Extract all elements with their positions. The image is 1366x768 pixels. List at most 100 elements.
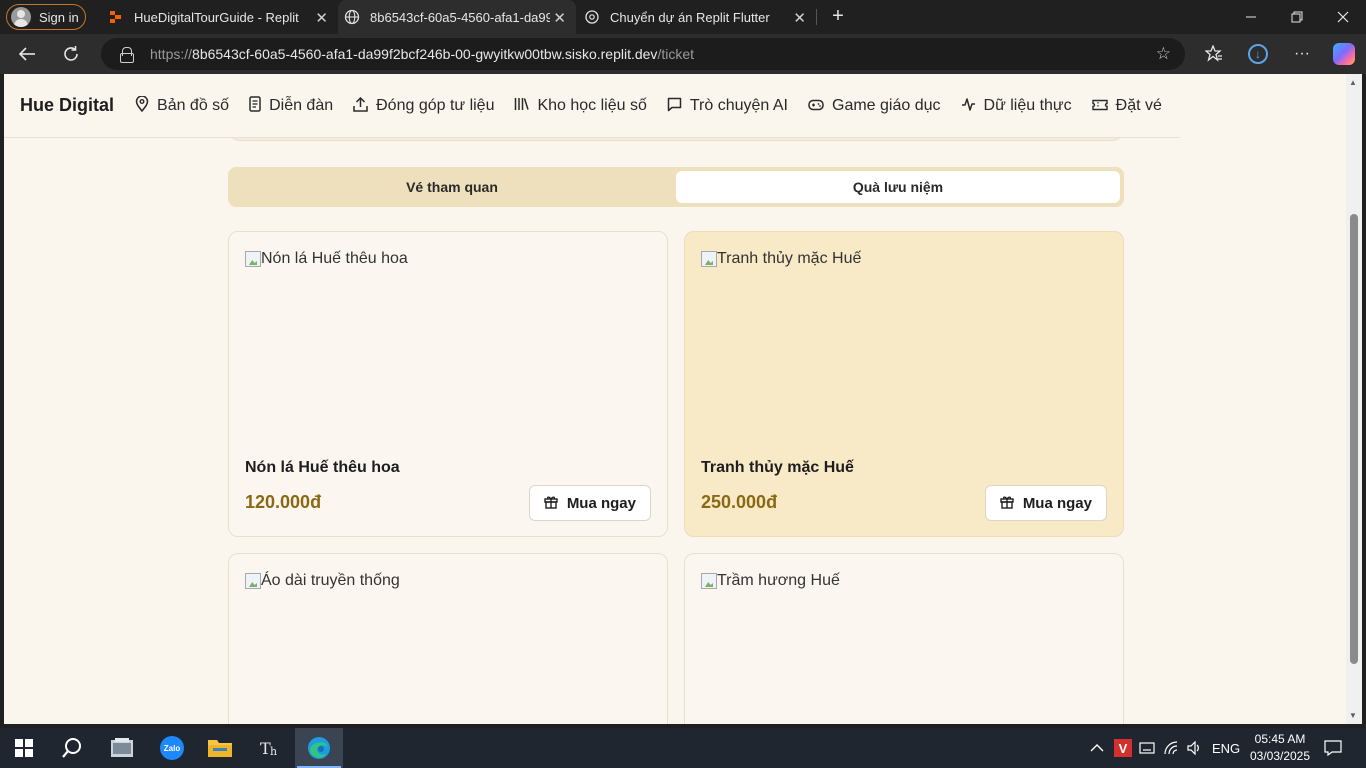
gift-icon [544, 495, 558, 512]
start-button[interactable] [0, 728, 48, 768]
nav-item-ai-chat[interactable]: Trò chuyện AI [667, 97, 788, 115]
favorite-star-icon[interactable]: ☆ [1156, 44, 1171, 64]
nav-item-label: Kho học liệu số [537, 96, 647, 114]
clock-time: 05:45 AM [1254, 732, 1306, 746]
close-tab-icon[interactable]: ✕ [315, 9, 328, 27]
edge-browser-icon[interactable] [295, 728, 343, 768]
nav-item-contribute[interactable]: Đóng góp tư liệu [353, 96, 494, 115]
buy-now-button[interactable]: Mua ngay [528, 485, 651, 521]
windows-taskbar: Zalo Th V ENG 05:45 AM 03/03/2025 [0, 728, 1366, 768]
image-alt-text: Trầm hương Huế [717, 572, 840, 589]
broken-image-icon [701, 251, 717, 267]
page-viewport: Hue Digital Bản đồ số Diễn đàn Đóng góp … [4, 74, 1346, 724]
nav-item-games[interactable]: Game giáo dục [808, 97, 941, 115]
gift-icon [1000, 495, 1014, 512]
search-icon[interactable] [48, 728, 96, 768]
scroll-down-icon[interactable]: ▼ [1349, 711, 1357, 720]
site-navigation: Hue Digital Bản đồ số Diễn đàn Đóng góp … [4, 74, 1180, 138]
sign-in-label: Sign in [39, 9, 79, 25]
globe-icon [344, 9, 360, 25]
close-window-icon[interactable] [1320, 0, 1366, 34]
minimize-icon[interactable] [1228, 0, 1274, 34]
close-tab-icon[interactable]: ✕ [553, 9, 566, 27]
buy-now-label: Mua ngay [1022, 494, 1092, 512]
product-image: Nón lá Huế thêu hoa [245, 250, 408, 268]
tab-chatgpt[interactable]: Chuyển dự án Replit Flutter ✕ [576, 0, 816, 34]
system-clock[interactable]: 05:45 AM 03/03/2025 [1240, 731, 1320, 765]
zalo-icon[interactable]: Zalo [148, 728, 196, 768]
replit-icon [108, 9, 124, 25]
notifications-icon[interactable] [1324, 728, 1342, 768]
input-language[interactable]: ENG [1212, 728, 1240, 768]
restore-icon[interactable] [1274, 0, 1320, 34]
folder-icon[interactable] [196, 728, 244, 768]
product-image: Trầm hương Huế [701, 572, 840, 590]
image-alt-text: Tranh thủy mặc Huế [717, 250, 862, 267]
nav-item-booking[interactable]: Đặt vé [1091, 97, 1162, 115]
sign-in-button[interactable]: Sign in [6, 4, 86, 30]
tab-souvenirs[interactable]: Quà lưu niệm [676, 171, 1120, 203]
keyboard-icon[interactable] [1139, 728, 1155, 768]
svg-text:h: h [270, 745, 277, 758]
back-icon[interactable] [12, 40, 42, 68]
broken-image-icon [701, 573, 717, 589]
show-hidden-icons[interactable] [1090, 728, 1104, 768]
image-alt-text: Nón lá Huế thêu hoa [261, 250, 408, 267]
product-card: Trầm hương Huế [684, 553, 1124, 724]
url-text[interactable]: https://8b6543cf-60a5-4560-afa1-da99f2bc… [150, 46, 694, 62]
tab-title: 8b6543cf-60a5-4560-afa1-da99f2b [370, 9, 550, 25]
nav-item-library[interactable]: Kho học liệu số [514, 96, 647, 115]
product-price: 250.000đ [701, 492, 778, 512]
broken-image-icon [245, 573, 261, 589]
product-card: Áo dài truyền thống [228, 553, 668, 724]
profile-avatar-icon [11, 7, 31, 27]
product-image: Áo dài truyền thống [245, 572, 400, 590]
ticket-icon [1091, 98, 1108, 114]
tab-tickets[interactable]: Vé tham quan [232, 171, 672, 203]
copilot-icon[interactable] [1329, 40, 1359, 68]
downloads-icon[interactable]: ↓ [1243, 40, 1273, 68]
text-app-icon[interactable]: Th [246, 728, 294, 768]
browser-toolbar: https://8b6543cf-60a5-4560-afa1-da99f2bc… [0, 34, 1366, 74]
window-edge [1362, 74, 1366, 724]
nav-item-label: Dữ liệu thực [983, 96, 1072, 114]
buy-now-button[interactable]: Mua ngay [984, 485, 1107, 521]
tab-replit[interactable]: HueDigitalTourGuide - Replit ✕ [96, 0, 338, 34]
network-icon[interactable] [1164, 728, 1180, 768]
image-alt-text: Áo dài truyền thống [261, 572, 400, 589]
nav-item-forum[interactable]: Diễn đàn [249, 96, 333, 115]
gamepad-icon [808, 98, 824, 114]
nav-item-label: Game giáo dục [832, 96, 941, 114]
tab-active-app[interactable]: 8b6543cf-60a5-4560-afa1-da99f2b ✕ [338, 0, 576, 34]
product-image: Tranh thủy mặc Huế [701, 250, 861, 268]
scroll-up-icon[interactable]: ▲ [1349, 78, 1357, 87]
broken-image-icon [245, 251, 261, 267]
file-explorer-app-icon[interactable] [98, 728, 146, 768]
nav-item-map[interactable]: Bản đồ số [135, 95, 229, 115]
more-options-icon[interactable]: ··· [1287, 40, 1317, 68]
favorites-icon[interactable] [1199, 40, 1229, 68]
browser-tab-bar: Sign in HueDigitalTourGuide - Replit ✕ 8… [0, 0, 1366, 34]
tab-title: Chuyển dự án Replit Flutter [610, 9, 770, 25]
page-scrollbar[interactable]: ▲ ▼ [1346, 74, 1362, 724]
product-name: Tranh thủy mặc Huế [701, 459, 854, 476]
tab-title: HueDigitalTourGuide - Replit [134, 9, 299, 25]
brand-logo[interactable]: Hue Digital [20, 95, 114, 116]
new-tab-icon[interactable]: + [826, 4, 850, 28]
close-tab-icon[interactable]: ✕ [793, 9, 806, 27]
address-bar[interactable]: https://8b6543cf-60a5-4560-afa1-da99f2bc… [101, 38, 1185, 70]
vietnamese-ime-icon[interactable]: V [1114, 728, 1132, 768]
nav-item-label: Trò chuyện AI [689, 96, 788, 114]
product-name: Nón lá Huế thêu hoa [245, 459, 400, 476]
ticket-type-tabs: Vé tham quan Quà lưu niệm [228, 167, 1124, 207]
refresh-icon[interactable] [56, 40, 86, 68]
scrollbar-thumb[interactable] [1350, 214, 1358, 664]
nav-item-label: Diễn đàn [269, 96, 334, 114]
activity-icon [961, 97, 976, 115]
chat-icon [667, 97, 682, 115]
nav-item-realtime-data[interactable]: Dữ liệu thực [961, 97, 1072, 115]
buy-now-label: Mua ngay [566, 494, 636, 512]
upload-icon [353, 96, 368, 115]
site-info-lock-icon[interactable] [119, 47, 134, 63]
volume-icon[interactable] [1187, 728, 1203, 768]
